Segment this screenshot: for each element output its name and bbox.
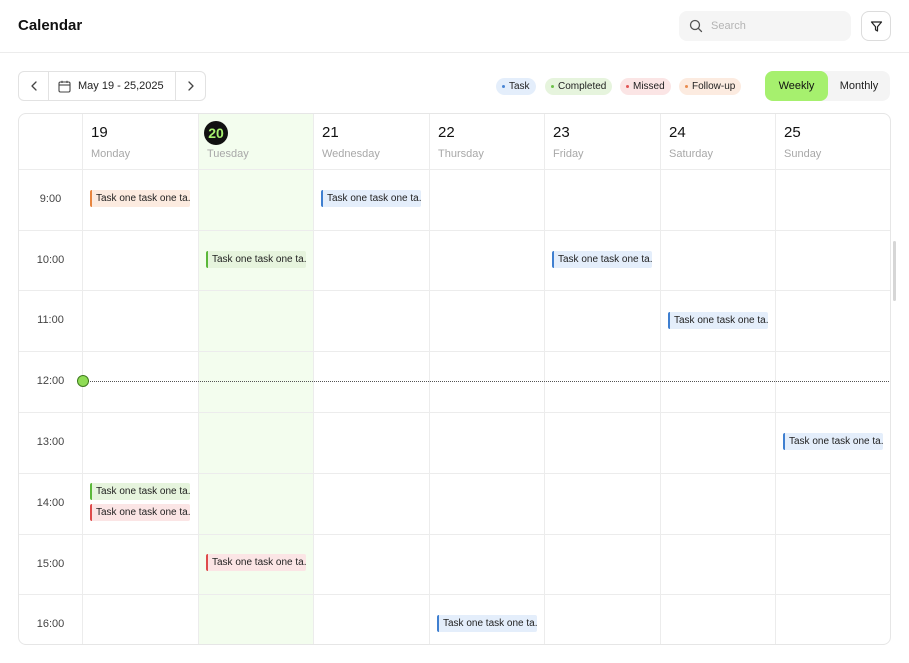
date-range-label: May 19 - 25,2025 (78, 80, 164, 92)
day-name: Thursday (438, 148, 484, 160)
page-title: Calendar (18, 17, 83, 34)
legend-follow-up: Follow-up (679, 78, 742, 95)
time-label: 16:00 (36, 618, 65, 630)
current-time-line (83, 381, 890, 382)
grid-divider (198, 114, 199, 644)
time-label: 10:00 (36, 254, 65, 266)
day-name: Saturday (669, 148, 714, 160)
day-number: 19 (91, 124, 108, 141)
legend-missed: Missed (620, 78, 671, 95)
today-day-number: 20 (204, 121, 228, 145)
grid-divider (19, 290, 890, 291)
day-header-sunday[interactable]: 25 Sunday (776, 114, 890, 169)
grid-divider (544, 114, 545, 644)
search-input[interactable] (711, 11, 843, 41)
time-label: 14:00 (36, 497, 65, 509)
calendar-event[interactable]: Task one task one ta... (206, 554, 306, 571)
time-label: 15:00 (36, 558, 65, 570)
current-time-indicator (77, 375, 89, 387)
calendar-event[interactable]: Task one task one ta... (437, 615, 537, 632)
legend-completed: Completed (545, 78, 613, 95)
calendar-event[interactable]: Task one task one ta... (321, 190, 421, 207)
grid-divider (19, 169, 890, 170)
calendar-event[interactable]: Task one task one ta... (90, 504, 190, 521)
app-header: Calendar (0, 0, 909, 53)
time-label: 13:00 (36, 436, 65, 448)
monthly-view-button[interactable]: Monthly (828, 71, 890, 101)
grid-divider (660, 114, 661, 644)
day-number: 24 (669, 124, 686, 141)
day-header-thursday[interactable]: 22 Thursday (430, 114, 545, 169)
chevron-right-icon (188, 81, 194, 91)
day-name: Friday (553, 148, 584, 160)
legend-task: Task (496, 78, 536, 95)
week-calendar-grid: 19 Monday 20 Tuesday 21 Wednesday 22 Thu… (18, 113, 891, 645)
date-navigator: May 19 - 25,2025 (18, 71, 206, 101)
grid-divider (19, 534, 890, 535)
day-header-friday[interactable]: 23 Friday (545, 114, 660, 169)
grid-divider (313, 114, 314, 644)
next-week-button[interactable] (175, 72, 205, 100)
calendar-event[interactable]: Task one task one ta... (206, 251, 306, 268)
grid-divider (19, 473, 890, 474)
grid-divider (19, 594, 890, 595)
time-label: 9:00 (39, 193, 62, 205)
day-number: 25 (784, 124, 801, 141)
day-number: 21 (322, 124, 339, 141)
day-header-saturday[interactable]: 24 Saturday (661, 114, 776, 169)
grid-divider (429, 114, 430, 644)
chevron-left-icon (31, 81, 37, 91)
day-number: 22 (438, 124, 455, 141)
calendar-event[interactable]: Task one task one ta... (783, 433, 883, 450)
grid-divider (19, 412, 890, 413)
time-label: 12:00 (36, 375, 65, 387)
filter-icon (870, 21, 883, 32)
calendar-event[interactable]: Task one task one ta... (668, 312, 768, 329)
weekly-view-button[interactable]: Weekly (765, 71, 828, 101)
date-range-picker[interactable]: May 19 - 25,2025 (49, 72, 175, 100)
day-header-wednesday[interactable]: 21 Wednesday (314, 114, 429, 169)
day-header-tuesday[interactable]: 20 Tuesday (199, 114, 314, 169)
calendar-event[interactable]: Task one task one ta... (90, 483, 190, 500)
calendar-event[interactable]: Task one task one ta... (552, 251, 652, 268)
grid-divider (19, 230, 890, 231)
day-name: Sunday (784, 148, 822, 160)
search-box[interactable] (679, 11, 851, 41)
day-header-monday[interactable]: 19 Monday (83, 114, 198, 169)
previous-week-button[interactable] (19, 72, 49, 100)
view-toggle: Weekly Monthly (765, 71, 890, 101)
day-name: Monday (91, 148, 131, 160)
day-name: Wednesday (322, 148, 380, 160)
calendar-event[interactable]: Task one task one ta... (90, 190, 190, 207)
grid-divider (19, 351, 890, 352)
grid-divider (775, 114, 776, 644)
filter-button[interactable] (861, 11, 891, 41)
search-icon (689, 19, 703, 33)
time-label: 11:00 (37, 314, 64, 326)
vertical-scrollbar[interactable] (893, 241, 896, 301)
day-number: 23 (553, 124, 570, 141)
calendar-icon (58, 80, 71, 93)
day-name: Tuesday (207, 148, 249, 160)
